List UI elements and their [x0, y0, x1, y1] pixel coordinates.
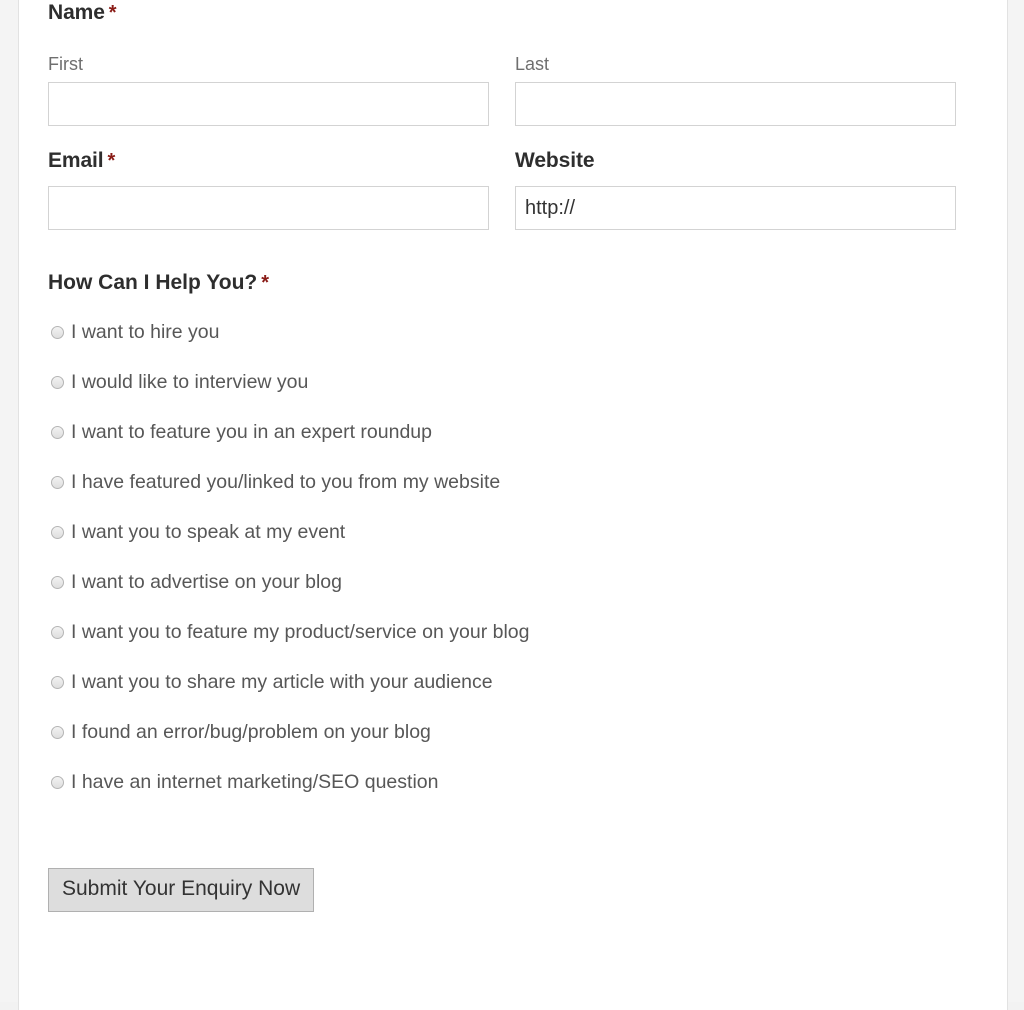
list-item[interactable]: I have an internet marketing/SEO questio… [48, 757, 958, 807]
email-label-text: Email [48, 149, 104, 172]
list-item-label: I found an error/bug/problem on your blo… [71, 721, 431, 743]
first-name-label: First [48, 54, 83, 74]
radio-button-icon[interactable] [51, 775, 64, 789]
list-item[interactable]: I want you to feature my product/service… [48, 607, 958, 657]
first-name-input[interactable] [48, 82, 489, 126]
list-item-label: I have an internet marketing/SEO questio… [71, 771, 439, 793]
contact-field-group: Email * Website [48, 148, 958, 270]
list-item-label: I want to hire you [71, 321, 220, 343]
name-label-text: Name [48, 1, 105, 24]
list-item[interactable]: I want to hire you [48, 307, 958, 357]
contact-form: Name * First Last Email * Website http:/… [48, 0, 958, 912]
radio-button-icon[interactable] [51, 675, 64, 689]
website-input[interactable] [515, 186, 956, 230]
list-item[interactable]: I found an error/bug/problem on your blo… [48, 707, 958, 757]
list-item-label: I have featured you/linked to you from m… [71, 471, 501, 493]
list-item[interactable]: I would like to interview you [48, 357, 958, 407]
radio-button-icon[interactable] [51, 475, 64, 489]
submit-button[interactable]: Submit Your Enquiry Now [48, 868, 315, 912]
submit-row: Submit Your Enquiry Now [48, 868, 958, 912]
help-field-group: How Can I Help You? * I want to hire you … [48, 270, 958, 807]
radio-button-icon[interactable] [51, 525, 64, 539]
help-options-list: I want to hire you I would like to inter… [48, 307, 958, 807]
website-field: Website [515, 148, 956, 230]
last-name-field: Last [515, 52, 956, 126]
website-group-label: Website [515, 148, 956, 174]
list-item-label: I would like to interview you [71, 371, 309, 393]
radio-button-icon[interactable] [51, 375, 64, 389]
name-group-label: Name * [48, 0, 958, 26]
radio-button-icon[interactable] [51, 625, 64, 639]
form-content-sheet: Name * First Last Email * Website http:/… [18, 0, 1008, 1010]
list-item-label: I want you to feature my product/service… [71, 621, 530, 643]
name-field-group: Name * First Last [48, 0, 958, 148]
first-name-field: First [48, 52, 489, 126]
help-required-asterisk: * [261, 272, 270, 294]
list-item[interactable]: I have featured you/linked to you from m… [48, 457, 958, 507]
website-label-text: Website [515, 149, 595, 172]
list-item[interactable]: I want to advertise on your blog [48, 557, 958, 607]
last-name-input[interactable] [515, 82, 956, 126]
name-required-asterisk: * [108, 2, 117, 24]
last-name-label: Last [515, 54, 550, 74]
radio-button-icon[interactable] [51, 325, 64, 339]
list-item-label: I want you to share my article with your… [71, 671, 493, 693]
list-item-label: I want you to speak at my event [71, 521, 346, 543]
email-group-label: Email * [48, 148, 489, 174]
list-item[interactable]: I want you to speak at my event [48, 507, 958, 557]
email-input[interactable] [48, 186, 489, 230]
email-field: Email * [48, 148, 489, 230]
email-required-asterisk: * [107, 150, 116, 172]
help-group-label: How Can I Help You? * [48, 270, 958, 296]
page-background: Name * First Last Email * Website http:/… [0, 0, 1024, 1010]
list-item[interactable]: I want to feature you in an expert round… [48, 407, 958, 457]
help-label-text: How Can I Help You? [48, 271, 258, 294]
radio-button-icon[interactable] [51, 575, 64, 589]
radio-button-icon[interactable] [51, 725, 64, 739]
radio-button-icon[interactable] [51, 425, 64, 439]
list-item-label: I want to feature you in an expert round… [71, 421, 432, 443]
list-item[interactable]: I want you to share my article with your… [48, 657, 958, 707]
list-item-label: I want to advertise on your blog [71, 571, 342, 593]
